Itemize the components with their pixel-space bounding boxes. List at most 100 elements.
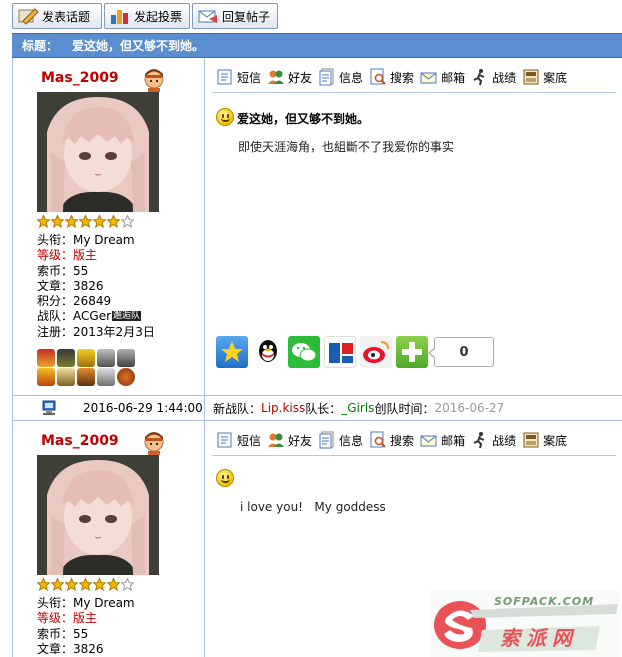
user-info: 头衔：My Dream 等级：版主 索币：55 文章：3826 <box>37 596 135 657</box>
qzone-share-icon[interactable] <box>216 336 248 368</box>
post-actions: 短信 好友 信息 搜索 邮箱 战绩 案底 <box>216 64 573 90</box>
created-date: 2016-06-27 <box>434 401 505 415</box>
friend-label: 好友 <box>288 70 313 85</box>
post-content: 短信 好友 信息 搜索 邮箱 战绩 案底 爱这她，但又够不到她。 即使天涯海角，… <box>206 58 622 395</box>
post-title: 爱这她，但又够不到她。 <box>237 112 370 126</box>
watermark-name: 索派网 <box>500 626 578 650</box>
team-value[interactable]: ACGer <box>73 309 111 323</box>
email-label: 邮箱 <box>441 433 466 448</box>
post-body: 即使天涯海角，也組斷不了我爱你的事实 <box>238 140 455 154</box>
thread-title-label: 标题： <box>22 39 59 53</box>
history-action[interactable]: 案底 <box>522 68 567 86</box>
medal-icon <box>37 368 55 386</box>
info-label: 信息 <box>339 433 364 448</box>
star-icon <box>107 578 120 591</box>
weibo-share-icon[interactable] <box>360 336 392 368</box>
articles-label: 文章： <box>37 278 74 293</box>
runner-icon <box>473 69 485 86</box>
reply-label: 回复帖子 <box>222 9 271 24</box>
record-action[interactable]: 战绩 <box>471 431 516 449</box>
articles-value: 3826 <box>73 278 104 293</box>
medal-icon <box>97 368 115 386</box>
email-icon <box>420 435 437 447</box>
search-icon <box>370 68 386 85</box>
record-action[interactable]: 战绩 <box>471 68 516 86</box>
qq-share-icon[interactable] <box>252 336 284 368</box>
team-label: 战队： <box>37 309 74 324</box>
document-icon <box>319 431 334 449</box>
info-label: 信息 <box>339 70 364 85</box>
history-action[interactable]: 案底 <box>522 431 567 449</box>
email-icon <box>420 72 437 84</box>
points-value: 26849 <box>73 294 112 309</box>
smile-icon <box>216 108 234 126</box>
coins-label: 索币： <box>37 626 74 641</box>
team-name[interactable]: Lip.kiss <box>261 401 305 415</box>
star-icon <box>79 578 92 591</box>
toolbar: 发表话题 发起投票 回复帖子 <box>0 0 622 33</box>
rating-stars <box>37 215 135 228</box>
info-action[interactable]: 信息 <box>318 68 363 86</box>
rating-stars <box>37 578 135 591</box>
avatar[interactable] <box>37 455 159 575</box>
message-action[interactable]: 短信 <box>216 431 261 449</box>
username[interactable]: Mas_2009 <box>41 70 119 86</box>
friend-label: 好友 <box>288 433 313 448</box>
search-icon <box>370 431 386 448</box>
reg-label: 注册： <box>37 324 74 339</box>
runner-icon <box>473 432 485 449</box>
divider <box>212 92 616 93</box>
username[interactable]: Mas_2009 <box>41 433 119 449</box>
email-action[interactable]: 邮箱 <box>420 431 465 449</box>
medal-icon <box>117 349 135 367</box>
medal-icon <box>97 349 115 367</box>
team-prefix: 新战队： <box>213 401 262 416</box>
star-icon <box>93 215 106 228</box>
email-action[interactable]: 邮箱 <box>420 68 465 86</box>
leader-name[interactable]: _Girls <box>341 401 374 415</box>
message-action[interactable]: 短信 <box>216 68 261 86</box>
document-icon <box>319 68 334 86</box>
title-value: My Dream <box>73 233 135 247</box>
title-value: My Dream <box>73 596 135 610</box>
history-label: 案底 <box>543 433 568 448</box>
team-badge: 邂逅队 <box>112 311 142 322</box>
team-info: 新战队： Lip.kiss 队长： _Girls 创队时间： 2016-06-2… <box>213 396 504 420</box>
star-empty-icon <box>121 578 134 591</box>
coins-value: 55 <box>73 263 89 278</box>
friend-action[interactable]: 好友 <box>267 431 312 449</box>
medal-icon <box>57 368 75 386</box>
title-label: 头衔： <box>37 233 74 247</box>
avatar[interactable] <box>37 92 159 212</box>
renren-share-icon[interactable] <box>324 336 356 368</box>
articles-label: 文章： <box>37 641 74 656</box>
post-author-panel: Mas_2009 <box>13 58 205 395</box>
more-share-icon[interactable] <box>396 336 428 368</box>
medal-icon <box>37 349 55 367</box>
user-gender-icon <box>143 431 165 455</box>
star-icon <box>79 215 92 228</box>
star-icon <box>107 215 120 228</box>
new-topic-label: 发表话题 <box>42 9 91 24</box>
search-action[interactable]: 搜索 <box>369 431 414 449</box>
coins-value: 55 <box>73 626 89 641</box>
search-action[interactable]: 搜索 <box>369 68 414 86</box>
message-icon <box>217 69 232 85</box>
friend-action[interactable]: 好友 <box>267 68 312 86</box>
thread-title: 爱这她，但又够不到她。 <box>72 39 205 53</box>
star-icon <box>51 215 64 228</box>
smile-icon <box>216 469 234 487</box>
star-icon <box>93 578 106 591</box>
medal-icon <box>77 368 95 386</box>
star-icon <box>37 578 50 591</box>
info-action[interactable]: 信息 <box>318 431 363 449</box>
wechat-share-icon[interactable] <box>288 336 320 368</box>
record-label: 战绩 <box>492 433 517 448</box>
medal-icon <box>57 349 75 367</box>
email-label: 邮箱 <box>441 70 466 85</box>
reply-button[interactable]: 回复帖子 <box>192 3 278 29</box>
search-label: 搜索 <box>390 70 415 85</box>
star-icon <box>65 215 78 228</box>
new-poll-button[interactable]: 发起投票 <box>104 3 190 29</box>
new-topic-button[interactable]: 发表话题 <box>12 3 102 29</box>
